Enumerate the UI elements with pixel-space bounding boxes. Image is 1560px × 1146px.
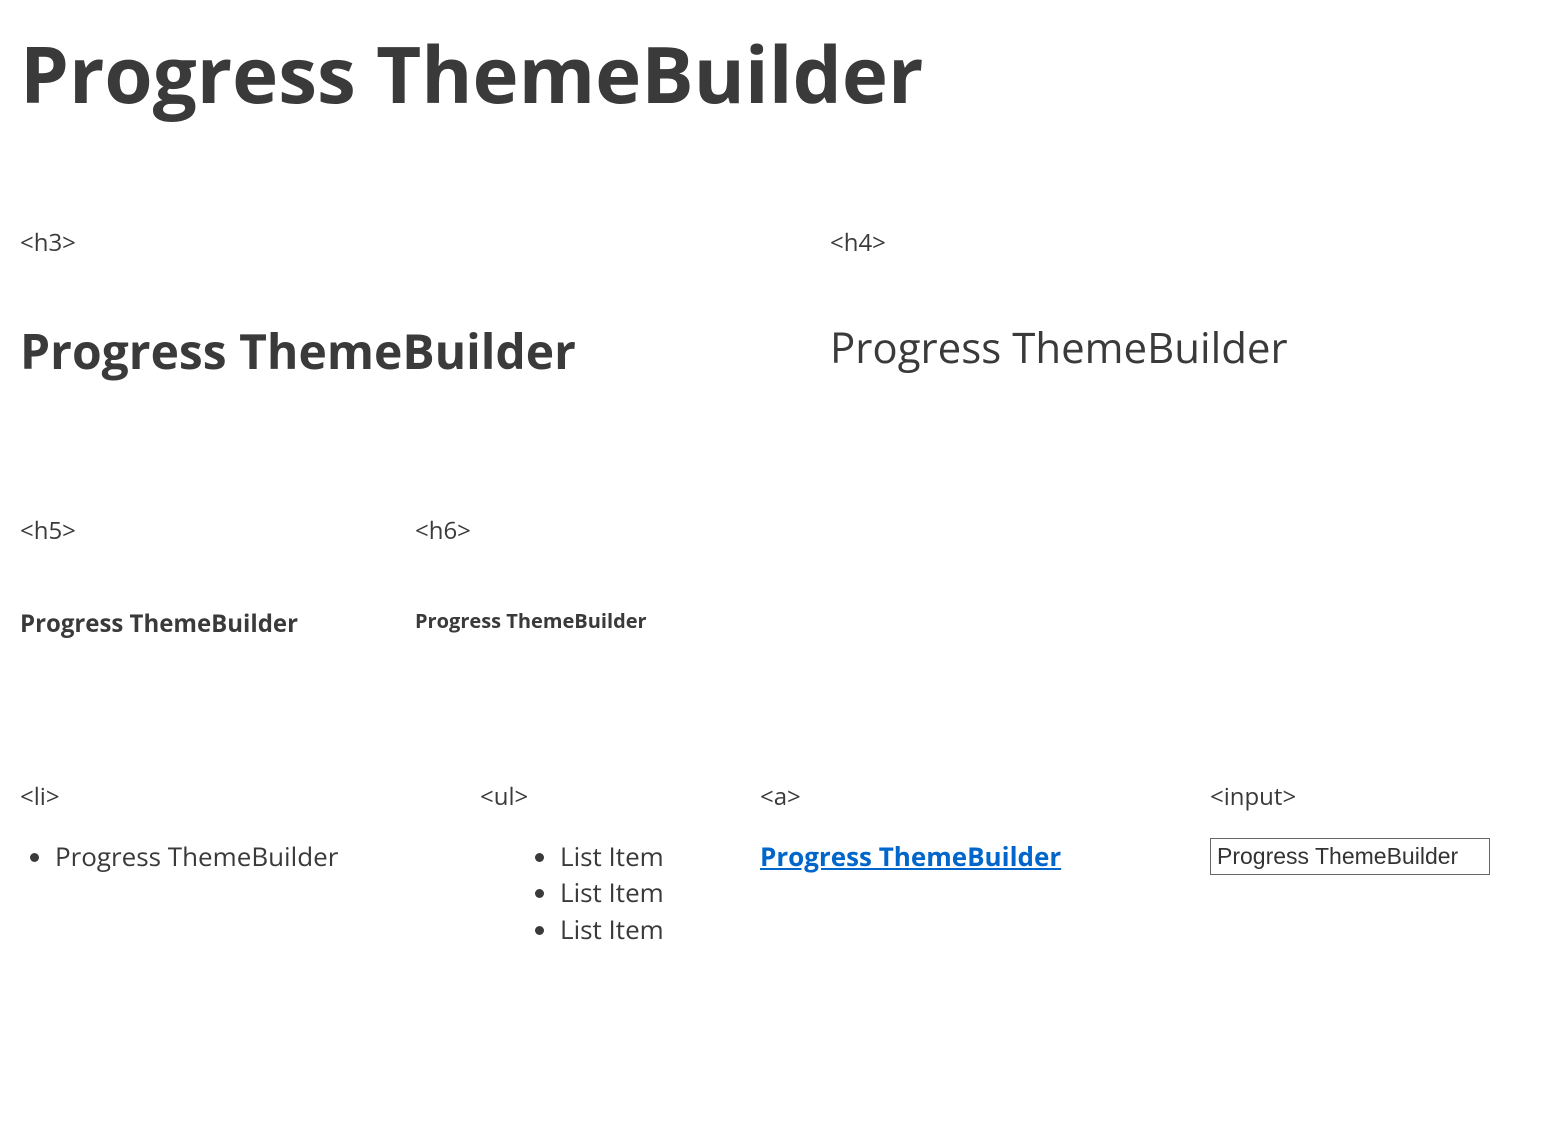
- section-h3: <h3> Progress ThemeBuilder: [20, 226, 830, 384]
- tag-label-h5: <h5>: [20, 514, 415, 547]
- section-h6: <h6> Progress ThemeBuilder: [415, 514, 1540, 640]
- list-item: List Item: [560, 874, 760, 910]
- sample-input[interactable]: [1210, 838, 1490, 875]
- tag-label-li: <li>: [20, 780, 480, 813]
- list-item: List Item: [560, 911, 760, 947]
- section-ul: <ul> List Item List Item List Item: [480, 780, 760, 947]
- section-li: <li> Progress ThemeBuilder: [20, 780, 480, 947]
- sample-li: Progress ThemeBuilder: [55, 838, 480, 874]
- row-li-ul-a-input: <li> Progress ThemeBuilder <ul> List Ite…: [20, 780, 1540, 947]
- section-h5: <h5> Progress ThemeBuilder: [20, 514, 415, 640]
- tag-label-h6: <h6>: [415, 514, 1540, 547]
- sample-link[interactable]: Progress ThemeBuilder: [760, 838, 1061, 874]
- section-a: <a> Progress ThemeBuilder: [760, 780, 1210, 947]
- sample-h5: Progress ThemeBuilder: [20, 607, 415, 640]
- tag-label-h3: <h3>: [20, 226, 830, 259]
- tag-label-ul: <ul>: [480, 780, 760, 813]
- sample-ul: List Item List Item List Item: [560, 838, 760, 947]
- tag-label-a: <a>: [760, 780, 1210, 813]
- row-h3-h4: <h3> Progress ThemeBuilder <h4> Progress…: [20, 226, 1540, 384]
- section-input: <input>: [1210, 780, 1540, 947]
- row-h5-h6: <h5> Progress ThemeBuilder <h6> Progress…: [20, 514, 1540, 640]
- tag-label-input: <input>: [1210, 780, 1540, 813]
- sample-h4: Progress ThemeBuilder: [830, 319, 1540, 376]
- section-h4: <h4> Progress ThemeBuilder: [830, 226, 1540, 384]
- tag-label-h4: <h4>: [830, 226, 1540, 259]
- page-title: Progress ThemeBuilder: [20, 20, 1540, 126]
- list-item: List Item: [560, 838, 760, 874]
- sample-h3: Progress ThemeBuilder: [20, 319, 830, 384]
- sample-h6: Progress ThemeBuilder: [415, 607, 1540, 634]
